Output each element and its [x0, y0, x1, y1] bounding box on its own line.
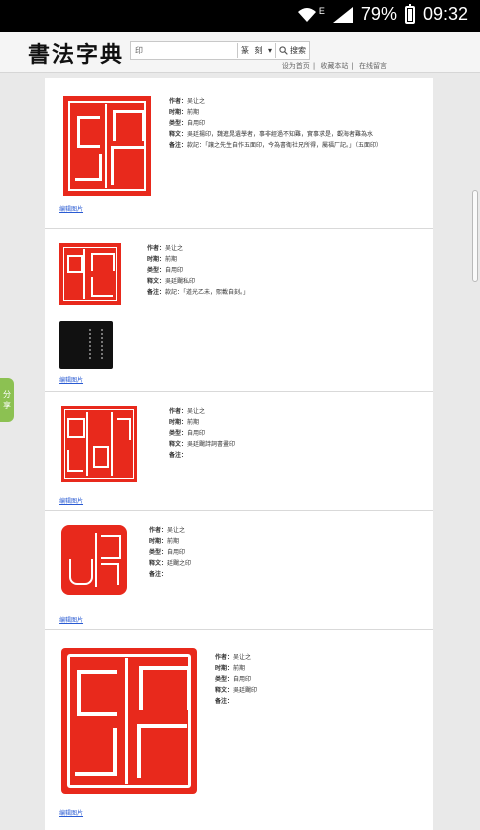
author-value: 吴让之: [167, 527, 186, 534]
edit-image-link[interactable]: 编辑图片: [59, 615, 83, 624]
signal-icon: [332, 6, 353, 23]
scrollbar[interactable]: [472, 190, 478, 282]
search-button-label: 搜索: [290, 46, 306, 55]
search-button[interactable]: 搜索: [275, 43, 309, 58]
wifi-icon: [297, 7, 316, 22]
text-value: 吳廷颺印: [233, 687, 258, 694]
type-value: 自用印: [165, 267, 184, 274]
type-value: 自用印: [187, 430, 206, 437]
seal-info: 作者：吴让之 时期：前期 类型：自用印 释文：吳廷揚印，魏進晁遺學者，事非經過不…: [169, 98, 383, 149]
period-value: 前期: [187, 109, 200, 116]
text-value: 吳廷颺詩詞書畫印: [187, 441, 236, 448]
author-value: 吴让之: [187, 408, 206, 415]
clock: 09:32: [422, 4, 468, 24]
period-value: 前期: [165, 256, 178, 263]
seal-image[interactable]: [61, 525, 127, 595]
seal-image[interactable]: [63, 96, 151, 196]
share-label-2: 享: [3, 401, 11, 410]
edit-image-link[interactable]: 编辑图片: [59, 204, 83, 213]
type-value: 自用印: [167, 549, 186, 556]
search-bar: 篆 刻 ▾ 搜索: [130, 41, 310, 60]
battery-percent: 79%: [360, 4, 397, 24]
link-set-homepage[interactable]: 设为首页: [282, 62, 310, 70]
search-icon: [279, 46, 288, 55]
results-list: 作者：吴让之 时期：前期 类型：自用印 释文：吳廷揚印，魏進晁遺學者，事非經過不…: [45, 78, 433, 830]
edit-image-link[interactable]: 编辑图片: [59, 375, 83, 384]
type-value: 自用印: [233, 676, 252, 683]
list-item: 作者：吴让之 时期：前期 类型：自用印 释文：吳廷颺印 备注： 编辑图片: [45, 630, 433, 830]
chevron-down-icon: ▾: [267, 46, 272, 55]
share-label-1: 分: [3, 390, 11, 399]
edit-image-link[interactable]: 编辑图片: [59, 496, 83, 505]
category-select[interactable]: 篆 刻 ▾: [237, 43, 275, 58]
seal-info: 作者：吴让之 时期：前期 类型：自用印 释文：吳廷颺私印 备注：款記：「道光乙未…: [147, 245, 250, 296]
sub-navigation: 设为首页 | 收藏本站 | 在线留言: [281, 62, 387, 70]
share-tab[interactable]: 分 享: [0, 378, 14, 422]
category-select-value: 刻: [254, 46, 263, 55]
text-value: 廷颺之印: [167, 560, 192, 567]
seal-image[interactable]: [61, 406, 137, 482]
list-item: 作者：吴让之 时期：前期 类型：自用印 释文：吳廷颺私印 备注：款記：「道光乙未…: [45, 229, 433, 392]
status-icons: E 79% 09:32: [297, 3, 468, 25]
battery-icon: [404, 3, 415, 24]
seal-info: 作者：吴让之 时期：前期 类型：自用印 释文：吳廷颺印 备注：: [215, 654, 258, 705]
author-value: 吴让之: [187, 98, 206, 105]
list-item: 作者：吴让之 时期：前期 类型：自用印 释文：吳廷颺詩詞書畫印 备注： 编辑图片: [45, 392, 433, 511]
list-item: 作者：吴让之 时期：前期 类型：自用印 释文：廷颺之印 备注： 编辑图片: [45, 511, 433, 630]
seal-image[interactable]: [59, 243, 121, 305]
site-header: 書法字典 篆 刻 ▾ 搜索: [0, 32, 480, 73]
category-select-label: 篆: [241, 46, 249, 55]
link-bookmark[interactable]: 收藏本站: [320, 62, 348, 70]
text-value: 吳廷揚印，魏進晁遺學者，事非經過不知難，實事求是，觀海者難為水: [187, 131, 374, 138]
note-value: 款記：「道光乙未，熙載自刻。」: [165, 289, 250, 296]
network-type: E: [318, 5, 325, 16]
list-item: 作者：吴让之 时期：前期 类型：自用印 释文：吳廷揚印，魏進晁遺學者，事非經過不…: [45, 78, 433, 229]
seal-info: 作者：吴让之 时期：前期 类型：自用印 释文：廷颺之印 备注：: [149, 527, 192, 578]
search-input[interactable]: [131, 43, 237, 58]
author-value: 吴让之: [233, 654, 252, 661]
period-value: 前期: [167, 538, 180, 545]
seal-info: 作者：吴让之 时期：前期 类型：自用印 释文：吳廷颺詩詞書畫印 备注：: [169, 408, 236, 459]
author-value: 吴让之: [165, 245, 184, 252]
edit-image-link[interactable]: 编辑图片: [59, 808, 83, 817]
period-value: 前期: [187, 419, 200, 426]
note-value: 款記：「讓之先生自作五面印，今為書衛社兄所得，屬福厂記。」（五面印）: [187, 142, 383, 149]
text-value: 吳廷颺私印: [165, 278, 196, 285]
link-guestbook[interactable]: 在线留言: [359, 62, 387, 70]
seal-rubbing-image[interactable]: [59, 321, 113, 369]
period-value: 前期: [233, 665, 246, 672]
status-bar: E 79% 09:32: [0, 0, 480, 32]
site-logo[interactable]: 書法字典: [28, 37, 124, 69]
seal-image[interactable]: [61, 648, 197, 794]
type-value: 自用印: [187, 120, 206, 127]
